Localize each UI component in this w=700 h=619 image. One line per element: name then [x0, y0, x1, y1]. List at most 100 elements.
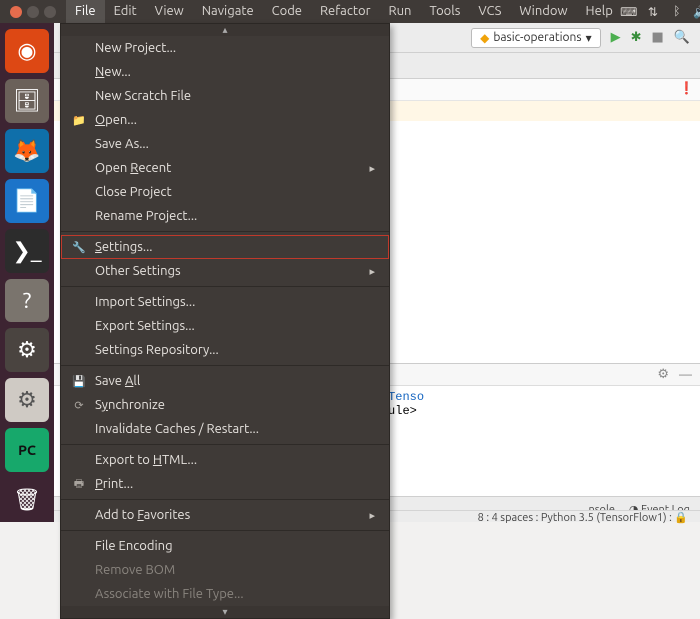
menu-item-close-project[interactable]: Close Project	[61, 180, 389, 204]
minimize-icon[interactable]: —	[679, 368, 692, 382]
menu-item-synchronize[interactable]: ⟳ Synchronize	[61, 393, 389, 417]
menu-item-new[interactable]: New...	[61, 60, 389, 84]
close-window-button[interactable]	[10, 6, 22, 18]
menu-item-import-settings[interactable]: Import Settings...	[61, 290, 389, 314]
launcher-trash[interactable]: 🗑	[5, 478, 49, 522]
ubuntu-launcher: ◉ 🗄 🦊 📄 ❯_? ⚙ ⚙ PC 🗑	[0, 23, 54, 522]
menu-item-other-settings[interactable]: Other Settings ▸	[61, 259, 389, 283]
menu-separator	[61, 499, 389, 500]
launcher-files[interactable]: 🗄	[5, 79, 49, 123]
wrench-icon: 🔧	[71, 241, 87, 254]
menu-item-open-recent[interactable]: Open Recent ▸	[61, 156, 389, 180]
launcher-terminal[interactable]: ❯_	[5, 229, 49, 273]
menu-separator	[61, 530, 389, 531]
menu-scroll-up[interactable]: ▴	[61, 24, 389, 36]
launcher-pycharm[interactable]: PC	[5, 428, 49, 472]
launcher-firefox[interactable]: 🦊	[5, 129, 49, 173]
menu-file[interactable]: File	[66, 0, 105, 23]
search-icon[interactable]: 🔍	[674, 30, 690, 45]
launcher-writer[interactable]: 📄	[5, 179, 49, 223]
submenu-arrow-icon: ▸	[369, 162, 375, 175]
menu-item-settings[interactable]: 🔧 Settings...	[61, 235, 389, 259]
menu-scroll-down[interactable]: ▾	[61, 606, 389, 618]
launcher-settings2[interactable]: ⚙	[5, 378, 49, 422]
menu-item-new-scratch-file[interactable]: New Scratch File	[61, 84, 389, 108]
menu-item-associate-with-file-type: Associate with File Type...	[61, 582, 389, 606]
menu-item-label: Open...	[95, 113, 367, 127]
menu-item-label: Settings...	[95, 240, 367, 254]
launcher-dash[interactable]: ◉	[5, 29, 49, 73]
minimize-window-button[interactable]	[27, 6, 39, 18]
menu-item-file-encoding[interactable]: File Encoding	[61, 534, 389, 558]
menu-item-label: New Scratch File	[95, 89, 367, 103]
menu-item-label: Save As...	[95, 137, 367, 151]
stop-button[interactable]: ■	[652, 30, 664, 45]
menu-item-add-to-favorites[interactable]: Add to Favorites ▸	[61, 503, 389, 527]
menu-item-label: Close Project	[95, 185, 367, 199]
launcher-settings1[interactable]: ⚙	[5, 328, 49, 372]
menu-item-label: New...	[95, 65, 367, 79]
menu-item-label: Print...	[95, 477, 367, 491]
menu-item-label: Remove BOM	[95, 563, 367, 577]
menu-help[interactable]: Help	[577, 0, 622, 23]
submenu-arrow-icon: ▸	[369, 265, 375, 278]
folder-icon: 📁	[71, 114, 87, 127]
menu-separator	[61, 231, 389, 232]
menu-item-print[interactable]: 🖶Print...	[61, 472, 389, 496]
network-icon[interactable]: ⇅	[646, 5, 660, 19]
menu-item-rename-project[interactable]: Rename Project...	[61, 204, 389, 228]
menu-item-label: Other Settings	[95, 264, 361, 278]
run-config-icon: ◆	[480, 31, 489, 45]
maximize-window-button[interactable]	[44, 6, 56, 18]
menubar: FileEditViewNavigateCodeRefactorRunTools…	[0, 0, 700, 23]
menu-view[interactable]: View	[146, 0, 193, 23]
menu-item-save-as[interactable]: Save As...	[61, 132, 389, 156]
menu-item-new-project[interactable]: New Project...	[61, 36, 389, 60]
chevron-down-icon: ▾	[586, 31, 592, 45]
menu-item-settings-repository[interactable]: Settings Repository...	[61, 338, 389, 362]
menu-separator	[61, 444, 389, 445]
launcher-help[interactable]: ?	[5, 279, 49, 323]
settings-icon[interactable]: ⚙	[657, 367, 669, 382]
menu-code[interactable]: Code	[263, 0, 311, 23]
menu-item-label: Rename Project...	[95, 209, 367, 223]
keyboard-icon[interactable]: ⌨	[622, 5, 636, 19]
menu-item-label: New Project...	[95, 41, 367, 55]
menu-item-label: Add to Favorites	[95, 508, 361, 522]
menu-item-label: Associate with File Type...	[95, 587, 367, 601]
file-menu: ▴ New Project... New... New Scratch File 📁 O…	[60, 23, 390, 619]
menu-separator	[61, 365, 389, 366]
run-config-label: basic-operations	[493, 31, 581, 44]
menu-refactor[interactable]: Refactor	[311, 0, 380, 23]
menu-item-invalidate-caches-restart[interactable]: Invalidate Caches / Restart...	[61, 417, 389, 441]
volume-icon[interactable]: 🔊	[694, 5, 700, 19]
run-button[interactable]: ▶	[611, 30, 621, 45]
sync-icon: ⟳	[71, 399, 87, 412]
menu-item-export-settings[interactable]: Export Settings...	[61, 314, 389, 338]
menu-item-label: Settings Repository...	[95, 343, 367, 357]
menu-window[interactable]: Window	[510, 0, 576, 23]
menu-item-remove-bom: Remove BOM	[61, 558, 389, 582]
menu-tools[interactable]: Tools	[420, 0, 469, 23]
save-icon: 💾	[71, 375, 87, 388]
menu-item-save-all[interactable]: 💾Save All	[61, 369, 389, 393]
warning-icon[interactable]: ❗	[679, 81, 694, 95]
menu-vcs[interactable]: VCS	[469, 0, 510, 23]
menu-edit[interactable]: Edit	[105, 0, 146, 23]
menu-run[interactable]: Run	[380, 0, 421, 23]
menu-navigate[interactable]: Navigate	[193, 0, 263, 23]
menu-item-label: Open Recent	[95, 161, 361, 175]
bluetooth-icon[interactable]: ᛒ	[670, 5, 684, 19]
run-config-selector[interactable]: ◆ basic-operations ▾	[471, 28, 600, 48]
menu-item-label: Export Settings...	[95, 319, 367, 333]
menu-item-label: Synchronize	[95, 398, 367, 412]
menu-item-label: File Encoding	[95, 539, 367, 553]
menu-items: FileEditViewNavigateCodeRefactorRunTools…	[66, 0, 622, 23]
status-col[interactable]: 8 : 4 spaces : Python 3.5 (TensorFlow1) …	[478, 511, 688, 522]
submenu-arrow-icon: ▸	[369, 509, 375, 522]
window-controls	[0, 6, 66, 18]
menu-item-label: Export to HTML...	[95, 453, 367, 467]
menu-item-export-to-html[interactable]: Export to HTML...	[61, 448, 389, 472]
debug-button[interactable]: ✱	[631, 30, 642, 45]
menu-item-open[interactable]: 📁 Open...	[61, 108, 389, 132]
